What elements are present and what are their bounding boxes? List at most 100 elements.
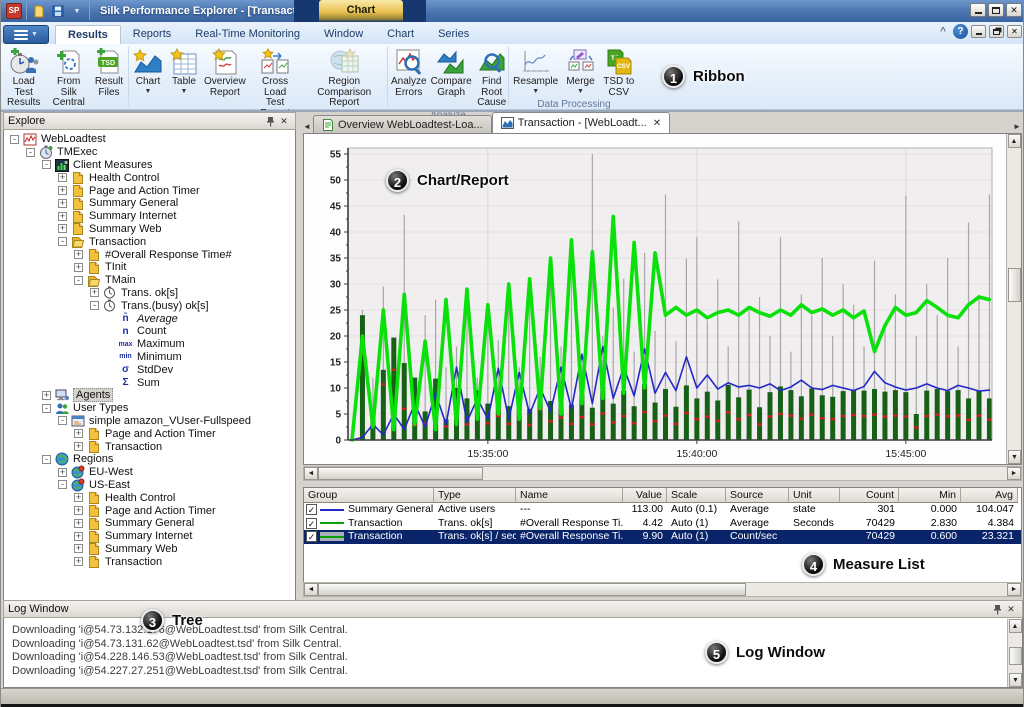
scroll-right-icon[interactable]: ►	[1007, 583, 1021, 596]
ribbon-button-result-files[interactable]: TSDResultFiles	[91, 46, 127, 99]
ribbon-button-table[interactable]: Table▼	[166, 46, 202, 96]
column-header-scale[interactable]: Scale	[667, 488, 726, 503]
tree-expand-toggle[interactable]: +	[74, 544, 83, 553]
tree-expand-toggle[interactable]: +	[58, 224, 67, 233]
tree-item-summary-web[interactable]: +Summary Web	[4, 543, 295, 556]
column-header-avg[interactable]: Avg	[961, 488, 1018, 503]
tree-expand-toggle[interactable]: -	[74, 276, 83, 285]
tree-expand-toggle[interactable]: +	[58, 468, 67, 477]
help-button[interactable]: ?	[953, 24, 968, 39]
tree-item-page-and-action-timer[interactable]: +Page and Action Timer	[4, 427, 295, 440]
tree-item-transaction[interactable]: +Transaction	[4, 440, 295, 453]
column-header-min[interactable]: Min	[899, 488, 961, 503]
tab-series[interactable]: Series	[426, 25, 481, 44]
child-minimize-button[interactable]	[971, 25, 986, 38]
ribbon-button-compare-graph[interactable]: CompareGraph	[429, 46, 474, 99]
tree-item-trans-busy-ok-s-[interactable]: -Trans.(busy) ok[s]	[4, 299, 295, 312]
tree-item-health-control[interactable]: +Health Control	[4, 491, 295, 504]
ribbon-button-resample[interactable]: Resample▼	[511, 46, 560, 96]
tree-expand-toggle[interactable]: +	[42, 391, 51, 400]
tree-expand-toggle[interactable]: +	[74, 442, 83, 451]
tree-item-eu-west[interactable]: +EU-West	[4, 466, 295, 479]
scroll-left-icon[interactable]: ◄	[304, 583, 318, 596]
scroll-down-icon[interactable]: ▼	[1009, 673, 1022, 687]
tree-expand-toggle[interactable]: +	[74, 263, 83, 272]
tree-item--overall-response-time-[interactable]: +#Overall Response Time#	[4, 248, 295, 261]
tree-item-maximum[interactable]: maxMaximum	[4, 338, 295, 351]
log-vscroll-thumb[interactable]	[1009, 647, 1022, 665]
document-tab-overview[interactable]: Overview WebLoadtest-Loa...	[313, 115, 492, 133]
column-header-value[interactable]: Value	[623, 488, 667, 503]
tree-expand-toggle[interactable]: -	[42, 160, 51, 169]
contextual-tab-chart[interactable]: Chart	[319, 0, 403, 22]
scroll-up-icon[interactable]: ▲	[1009, 619, 1022, 633]
measure-row-trans-ok-s-sec[interactable]: ✓TransactionTrans. ok[s] / sec#Overall R…	[304, 530, 1021, 544]
chart-vertical-scrollbar[interactable]: ▲ ▼	[1006, 134, 1021, 464]
tree-item-us-east[interactable]: -US-East	[4, 479, 295, 492]
tree-item-summary-internet[interactable]: +Summary Internet	[4, 530, 295, 543]
column-header-name[interactable]: Name	[516, 488, 623, 503]
tree-expand-toggle[interactable]: -	[26, 148, 35, 157]
tree-item-transaction[interactable]: +Transaction	[4, 555, 295, 568]
chart-horizontal-scrollbar[interactable]: ◄ ►	[303, 466, 1022, 481]
tree-expand-toggle[interactable]: -	[58, 480, 67, 489]
scroll-left-icon[interactable]: ◄	[304, 467, 318, 480]
tree-item-summary-general[interactable]: +Summary General	[4, 197, 295, 210]
tab-window[interactable]: Window	[312, 25, 375, 44]
row-checkbox[interactable]: ✓	[306, 518, 317, 529]
tree-expand-toggle[interactable]: -	[58, 237, 67, 246]
tree-item-tmexec[interactable]: -TMExec	[4, 146, 295, 159]
app-menu-button[interactable]: ▼	[3, 25, 49, 44]
tree-expand-toggle[interactable]: -	[58, 416, 67, 425]
tree-expand-toggle[interactable]: +	[58, 173, 67, 182]
tree-item-minimum[interactable]: minMinimum	[4, 351, 295, 364]
tree-item-trans-ok-s-[interactable]: +Trans. ok[s]	[4, 287, 295, 300]
ribbon-button-from-silk-central[interactable]: From SilkCentral	[46, 46, 91, 110]
column-header-count[interactable]: Count	[840, 488, 899, 503]
tree-item-count[interactable]: nCount	[4, 325, 295, 338]
tree-item-tmain[interactable]: -TMain	[4, 274, 295, 287]
scroll-down-icon[interactable]: ▼	[1008, 450, 1021, 464]
tab-real-time-monitoring[interactable]: Real-Time Monitoring	[183, 25, 312, 44]
row-checkbox[interactable]: ✓	[306, 531, 317, 542]
tree-expand-toggle[interactable]: +	[74, 493, 83, 502]
tree-expand-toggle[interactable]: +	[90, 288, 99, 297]
pin-icon[interactable]	[263, 115, 277, 128]
tree-item-health-control[interactable]: +Health Control	[4, 171, 295, 184]
ribbon-button-find-root-cause[interactable]: Find RootCause	[474, 46, 510, 110]
child-restore-button[interactable]	[989, 25, 1004, 38]
tab-reports[interactable]: Reports	[121, 25, 184, 44]
tree-item-summary-web[interactable]: +Summary Web	[4, 223, 295, 236]
open-file-icon[interactable]	[31, 3, 47, 19]
tree-expand-toggle[interactable]: +	[74, 519, 83, 528]
tree-item-transaction[interactable]: -Transaction	[4, 235, 295, 248]
ribbon-button-chart[interactable]: Chart▼	[130, 46, 166, 96]
close-icon[interactable]: ✕	[1004, 603, 1018, 616]
tree-item-user-types[interactable]: -User Types	[4, 402, 295, 415]
tree-item-sum[interactable]: ΣSum	[4, 376, 295, 389]
tree-item-tinit[interactable]: +TInit	[4, 261, 295, 274]
tree-item-agents[interactable]: +Agents	[4, 389, 295, 402]
column-header-source[interactable]: Source	[726, 488, 789, 503]
tree-expand-toggle[interactable]: +	[58, 186, 67, 195]
measure-list-horizontal-scrollbar[interactable]: ◄ ►	[303, 582, 1022, 597]
ribbon-button-analyze-errors[interactable]: AnalyzeErrors	[389, 46, 429, 99]
tree-expand-toggle[interactable]: -	[42, 455, 51, 464]
tree-item-client-measures[interactable]: -Client Measures	[4, 159, 295, 172]
tree-item-webloadtest[interactable]: -WebLoadtest	[4, 133, 295, 146]
minimize-button[interactable]	[970, 3, 986, 17]
tree-expand-toggle[interactable]: +	[74, 532, 83, 541]
ribbon-button-load-test-results[interactable]: Load TestResults	[1, 46, 46, 110]
app-logo-icon[interactable]: SP	[6, 3, 22, 19]
close-button[interactable]: ✕	[1006, 3, 1022, 17]
tab-chart[interactable]: Chart	[375, 25, 426, 44]
tree-item-simple-amazon-vuser-fullspeed[interactable]: -simple amazon_VUser-Fullspeed	[4, 415, 295, 428]
tree-expand-toggle[interactable]: +	[74, 250, 83, 259]
measure-hscroll-thumb[interactable]	[318, 583, 746, 596]
tree-item-page-and-action-timer[interactable]: +Page and Action Timer	[4, 504, 295, 517]
document-tab-transaction[interactable]: Transaction - [WebLoadt...✕	[492, 112, 670, 133]
ribbon-collapse-icon[interactable]: ^	[936, 26, 950, 37]
tab-close-icon[interactable]: ✕	[653, 118, 661, 129]
ribbon-button-cross-load-test-report[interactable]: Cross LoadTest Report	[248, 46, 303, 120]
ribbon-button-overview-report[interactable]: OverviewReport	[202, 46, 248, 99]
